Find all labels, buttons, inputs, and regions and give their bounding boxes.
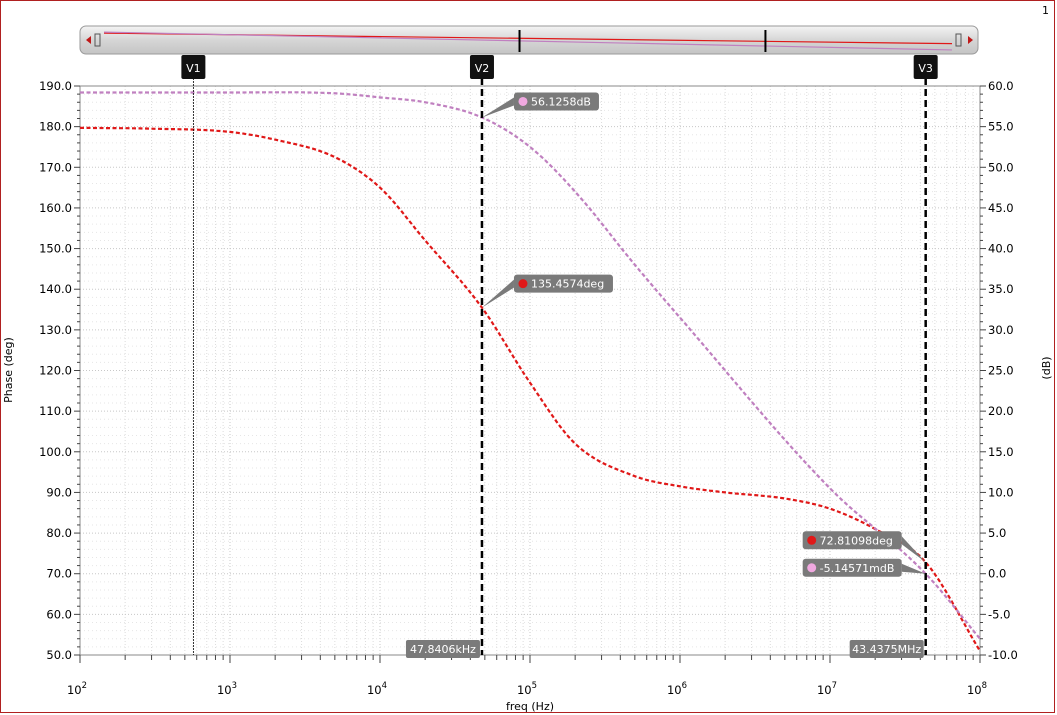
point-markers[interactable]: 56.1258dB 135.4574deg 72.81098deg -5.14571m… xyxy=(481,92,926,577)
y-left-tick-label: 100.0 xyxy=(39,445,72,459)
y-right-tick-label: 10.0 xyxy=(988,485,1014,499)
y-right-tick-label: 35.0 xyxy=(988,282,1014,296)
point-marker-dot-icon[interactable] xyxy=(518,279,528,289)
x-tick-label: 103 xyxy=(217,681,237,697)
x-tick-label: 108 xyxy=(967,681,987,697)
overview-track[interactable] xyxy=(79,25,979,55)
y-right-tick-label: 45.0 xyxy=(988,201,1014,215)
y-left-tick-label: 60.0 xyxy=(46,607,72,621)
y-left-tick-label: 180.0 xyxy=(39,120,72,134)
marker-readout[interactable]: 47.8406kHz xyxy=(410,643,476,656)
marker-tag-label[interactable]: V2 xyxy=(475,62,490,75)
x-tick-label: 104 xyxy=(367,681,387,697)
point-marker-dot-icon[interactable] xyxy=(518,96,528,106)
y-left-tick-label: 190.0 xyxy=(39,79,72,93)
point-marker-pointer[interactable] xyxy=(481,279,514,308)
y-left-tick-label: 90.0 xyxy=(46,485,72,499)
y-left-tick-label: 150.0 xyxy=(39,242,72,256)
x-tick-label: 107 xyxy=(817,681,837,697)
y-left-tick-label: 110.0 xyxy=(39,404,72,418)
y-right-tick-label: -5.0 xyxy=(988,607,1010,621)
point-marker-label[interactable]: -5.14571mdB xyxy=(820,562,895,575)
marker-tag-label[interactable]: V3 xyxy=(918,62,933,75)
x-tick-label: 102 xyxy=(67,681,87,697)
y-left-axis-title: Phase (deg) xyxy=(2,337,15,403)
y-right-tick-label: 25.0 xyxy=(988,364,1014,378)
plot-axes: 50.0 -10.0 60.0 -5.0 70.0 0.0 80.0 5.0 90.0 10.0 1… xyxy=(39,79,1018,697)
y-left-tick-label: 170.0 xyxy=(39,160,72,174)
y-right-tick-label: -10.0 xyxy=(988,648,1018,662)
x-tick-label: 106 xyxy=(667,681,687,697)
y-left-tick-label: 160.0 xyxy=(39,201,72,215)
overview-scrollbar[interactable] xyxy=(79,25,979,55)
y-right-tick-label: 55.0 xyxy=(988,120,1014,134)
point-marker-dot-icon[interactable] xyxy=(807,563,817,573)
y-right-tick-label: 40.0 xyxy=(988,242,1014,256)
point-marker-pointer[interactable] xyxy=(481,97,514,118)
y-right-tick-label: 20.0 xyxy=(988,404,1014,418)
x-axis-title: freq (Hz) xyxy=(506,700,554,713)
y-left-tick-label: 130.0 xyxy=(39,323,72,337)
y-right-tick-label: 15.0 xyxy=(988,445,1014,459)
y-right-tick-label: 0.0 xyxy=(988,567,1006,581)
point-marker-label[interactable]: 56.1258dB xyxy=(531,95,591,108)
marker-tag-label[interactable]: V1 xyxy=(186,62,201,75)
point-marker-pointer[interactable] xyxy=(901,563,926,574)
y-right-axis-title: (dB) xyxy=(1040,356,1053,379)
y-left-tick-label: 140.0 xyxy=(39,282,72,296)
waveform-chart: 50.0 -10.0 60.0 -5.0 70.0 0.0 80.0 5.0 90.0 10.0 1… xyxy=(2,25,1053,713)
y-left-tick-label: 70.0 xyxy=(46,567,72,581)
point-marker-dot-icon[interactable] xyxy=(807,535,817,545)
y-right-tick-label: 60.0 xyxy=(988,79,1014,93)
x-tick-label: 105 xyxy=(517,681,537,697)
point-marker-label[interactable]: 72.81098deg xyxy=(820,534,893,547)
point-marker-label[interactable]: 135.4574deg xyxy=(531,278,604,291)
y-right-tick-label: 5.0 xyxy=(988,526,1006,540)
y-right-tick-label: 50.0 xyxy=(988,160,1014,174)
y-right-tick-label: 30.0 xyxy=(988,323,1014,337)
y-left-tick-label: 120.0 xyxy=(39,364,72,378)
y-left-tick-label: 80.0 xyxy=(46,526,72,540)
marker-readout[interactable]: 43.4375MHz xyxy=(852,643,921,656)
y-left-tick-label: 50.0 xyxy=(46,648,72,662)
